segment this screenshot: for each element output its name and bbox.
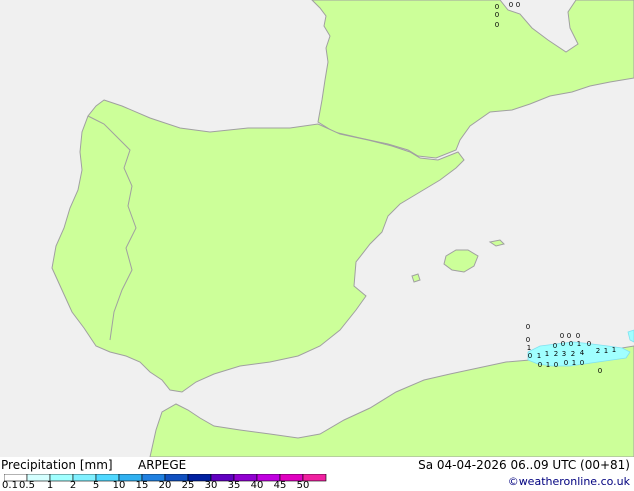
precip-value-label: 1 [572,359,576,367]
legend-title: Precipitation [mm] [1,458,113,472]
weather-map: 000000010112324000000100100102110 [0,0,634,457]
legend-tick-label: 30 [204,480,218,491]
legend-tick-label: 40 [250,480,264,491]
precip-value-label: 1 [537,352,541,360]
precip-value-label: 0 [528,352,532,360]
precip-value-label: 2 [596,347,600,355]
precip-value-label: 0 [538,361,542,369]
legend-tick-label: 20 [158,480,172,491]
land-ibiza [411,273,421,283]
legend-tick-label: 0.5 [19,480,35,491]
precip-value-label: 0 [495,3,499,11]
precip-value-label: 0 [560,332,564,340]
legend-tick-label: 5 [92,480,100,491]
precip-value-label: 4 [580,349,585,357]
model-name: ARPEGE [138,458,187,472]
precip-value-label: 0 [576,332,580,340]
legend-tick-label: 2 [69,480,77,491]
precip-value-label: 1 [527,344,531,352]
valid-time: Sa 04-04-2026 06..09 UTC (00+81) [418,458,630,472]
precip-value-label: 0 [569,340,573,348]
precip-value-label: 1 [546,361,550,369]
precip-value-label: 1 [577,340,581,348]
precip-value-label: 0 [495,21,499,29]
precip-value-label: 3 [562,350,566,358]
legend-tick-label: 50 [296,480,310,491]
precip-value-label: 0 [587,340,591,348]
precip-value-label: 0 [554,361,558,369]
precip-value-label: 2 [571,350,575,358]
precip-value-label: 0 [598,367,602,375]
precip-value-label: 1 [604,347,608,355]
precip-value-label: 0 [553,342,557,350]
precip-value-label: 0 [526,323,530,331]
legend-tick-label: 10 [112,480,126,491]
precip-value-label: 0 [526,336,530,344]
precip-value-label: 0 [516,1,520,9]
precip-value-label: 0 [564,359,568,367]
map-canvas: 0000 00010 1 1 2 3 2 40 0 00 0 0 1 00 1 0 0 1 02 1 10 [0,0,634,457]
legend-tick-label: 45 [273,480,287,491]
legend-tick-label: 25 [181,480,195,491]
precip-value-label: 0 [580,359,584,367]
legend-tick-label: 0.1 [2,480,18,491]
precip-value-label: 0 [567,332,571,340]
precip-value-label: 1 [545,350,549,358]
precip-value-label: 1 [612,346,616,354]
legend-tick-label: 35 [227,480,241,491]
precip-value-label: 2 [554,350,558,358]
precip-value-label: 0 [509,1,513,9]
legend-tick-label: 1 [46,480,54,491]
precip-value-label: 0 [561,340,565,348]
legend-tick-label: 15 [135,480,149,491]
credit-text: ©weatheronline.co.uk [507,475,630,488]
precip-value-label: 0 [495,11,499,19]
